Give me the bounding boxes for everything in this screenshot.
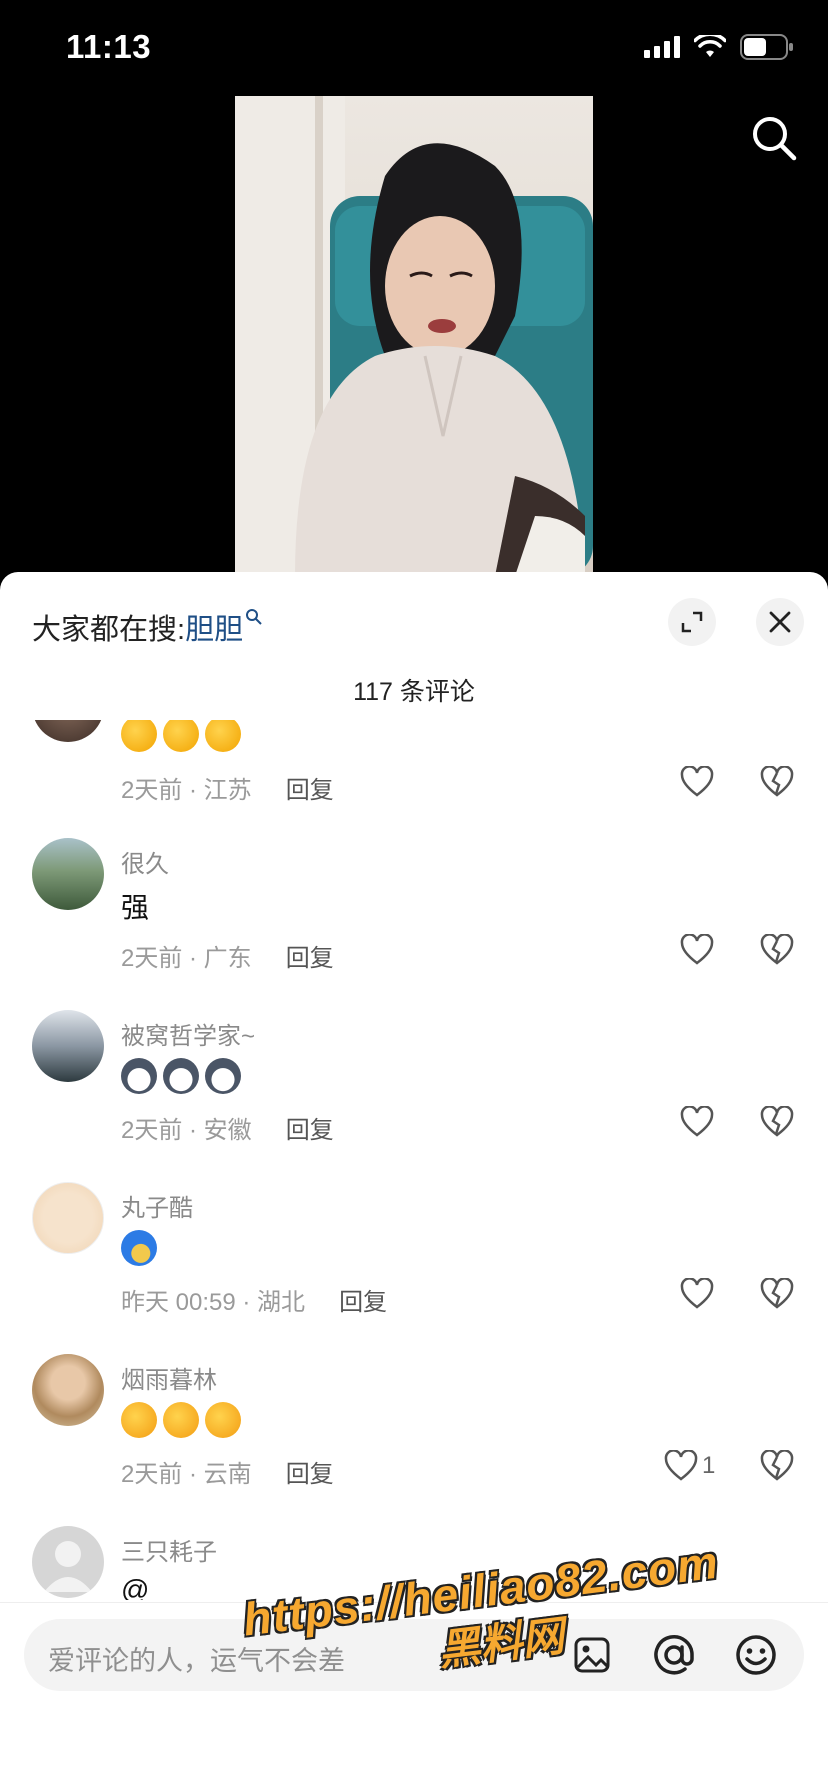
heart-eyes-emoji-icon <box>121 1402 157 1438</box>
video-area[interactable] <box>0 96 828 576</box>
small-search-icon <box>246 609 262 625</box>
default-avatar-icon <box>44 1541 92 1592</box>
like-button[interactable] <box>680 1278 714 1310</box>
search-icon[interactable] <box>750 114 798 162</box>
reply-button[interactable]: 回复 <box>286 938 334 973</box>
status-bar: 11:13 <box>0 0 828 96</box>
trending-search[interactable]: 大家都在搜:胆胆 <box>32 606 263 648</box>
heart-icon <box>680 766 714 797</box>
comment-body: @ <box>121 1574 149 1600</box>
comment-time-location: 2天前 · 江苏 <box>121 777 252 804</box>
heart-eyes-emoji-icon <box>163 1402 199 1438</box>
clap-emoji-icon <box>163 720 199 752</box>
avatar[interactable] <box>32 838 104 910</box>
dislike-button[interactable] <box>760 765 794 803</box>
trending-prefix: 大家都在搜: <box>32 614 186 646</box>
dislike-button[interactable] <box>760 1277 794 1315</box>
avatar[interactable] <box>32 1182 104 1254</box>
comment-meta: 2天前 · 广东 回复 <box>121 938 334 973</box>
dislike-button[interactable] <box>760 933 794 971</box>
avatar[interactable] <box>32 720 104 742</box>
broken-heart-icon <box>760 765 794 797</box>
comment-username[interactable]: 被窝哲学家~ <box>121 1016 255 1051</box>
like-button[interactable] <box>680 766 714 798</box>
comment-body <box>121 1402 241 1438</box>
close-button[interactable] <box>756 598 804 646</box>
comment-username[interactable]: 烟雨暮林 <box>121 1360 217 1395</box>
comment-item: 2天前 · 江苏 回复 <box>0 720 828 842</box>
dislike-button[interactable] <box>760 1449 794 1487</box>
expand-icon <box>681 611 703 633</box>
status-icons <box>644 34 794 60</box>
comment-body: 强 <box>121 886 149 926</box>
comment-input-bar: 爱评论的人，运气不会差 https://heiliao82.com 黑料网 <box>0 1536 828 1792</box>
comment-item: 丸子酷 昨天 00:59 · 湖北 回复 <box>0 1182 828 1354</box>
comment-time-location: 2天前 · 云南 <box>121 1461 252 1488</box>
comment-meta: 2天前 · 安徽 回复 <box>121 1110 334 1145</box>
broken-heart-icon <box>760 1277 794 1309</box>
video-frame[interactable] <box>235 96 593 576</box>
trending-keyword[interactable]: 胆胆 <box>185 614 243 646</box>
comment-body <box>121 1058 241 1094</box>
comment-time-location: 2天前 · 安徽 <box>121 1117 252 1144</box>
comment-body <box>121 720 241 752</box>
comment-item: 烟雨暮林 2天前 · 云南 回复 1 <box>0 1354 828 1526</box>
husky-emoji-icon <box>205 1058 241 1094</box>
like-button[interactable] <box>680 1106 714 1138</box>
comment-meta: 2天前 · 江苏 回复 <box>121 770 334 805</box>
comment-meta: 昨天 00:59 · 湖北 回复 <box>121 1282 387 1317</box>
video-content <box>235 96 593 576</box>
dislike-button[interactable] <box>760 1105 794 1143</box>
expand-button[interactable] <box>668 598 716 646</box>
broken-heart-icon <box>760 1105 794 1137</box>
comment-text: 强 <box>121 892 150 923</box>
comment-body <box>121 1230 157 1266</box>
heart-icon <box>680 1278 714 1309</box>
husky-emoji-icon <box>163 1058 199 1094</box>
like-button[interactable]: 1 <box>664 1450 715 1482</box>
like-count: 1 <box>702 1452 716 1479</box>
broken-heart-icon <box>760 933 794 965</box>
heart-eyes-emoji-icon <box>205 1402 241 1438</box>
comment-item: 很久 强 2天前 · 广东 回复 <box>0 838 828 1010</box>
husky-emoji-icon <box>121 1058 157 1094</box>
reply-button[interactable]: 回复 <box>286 770 334 805</box>
battery-icon <box>740 34 793 60</box>
comment-list[interactable]: 2天前 · 江苏 回复 很久 强 2天前 · 广东 回复 被窝哲学家~ 2天前 … <box>0 720 828 1600</box>
comment-time-location: 昨天 00:59 · 湖北 <box>121 1289 306 1316</box>
clap-emoji-icon <box>121 720 157 752</box>
reply-button[interactable]: 回复 <box>339 1282 387 1317</box>
wifi-icon <box>694 35 726 57</box>
comment-meta: 2天前 · 云南 回复 <box>121 1454 334 1489</box>
clap-emoji-icon <box>205 720 241 752</box>
comment-count: 117 条评论 <box>353 678 475 706</box>
heart-icon <box>664 1450 698 1481</box>
comment-username[interactable]: 很久 <box>121 844 169 879</box>
reply-button[interactable]: 回复 <box>286 1454 334 1489</box>
cellular-signal-icon <box>644 36 680 58</box>
avatar[interactable] <box>32 1354 104 1426</box>
avatar[interactable] <box>32 1526 104 1598</box>
close-icon <box>769 611 791 633</box>
avatar[interactable] <box>32 1010 104 1082</box>
comment-item: 被窝哲学家~ 2天前 · 安徽 回复 <box>0 1010 828 1182</box>
like-button[interactable] <box>680 934 714 966</box>
comment-text: @ <box>121 1574 150 1600</box>
blue-hair-emoji-icon <box>121 1230 157 1266</box>
status-time: 11:13 <box>66 28 152 65</box>
comment-username[interactable]: 丸子酷 <box>121 1188 193 1223</box>
broken-heart-icon <box>760 1449 794 1481</box>
comment-sheet: 大家都在搜:胆胆 117 条评论 2天前 · 江苏 回复 很久 强 2天前 · … <box>0 572 828 1792</box>
comment-username[interactable]: 三只耗子 <box>121 1532 217 1567</box>
reply-button[interactable]: 回复 <box>286 1110 334 1145</box>
heart-icon <box>680 934 714 965</box>
heart-icon <box>680 1106 714 1137</box>
comment-time-location: 2天前 · 广东 <box>121 945 252 972</box>
